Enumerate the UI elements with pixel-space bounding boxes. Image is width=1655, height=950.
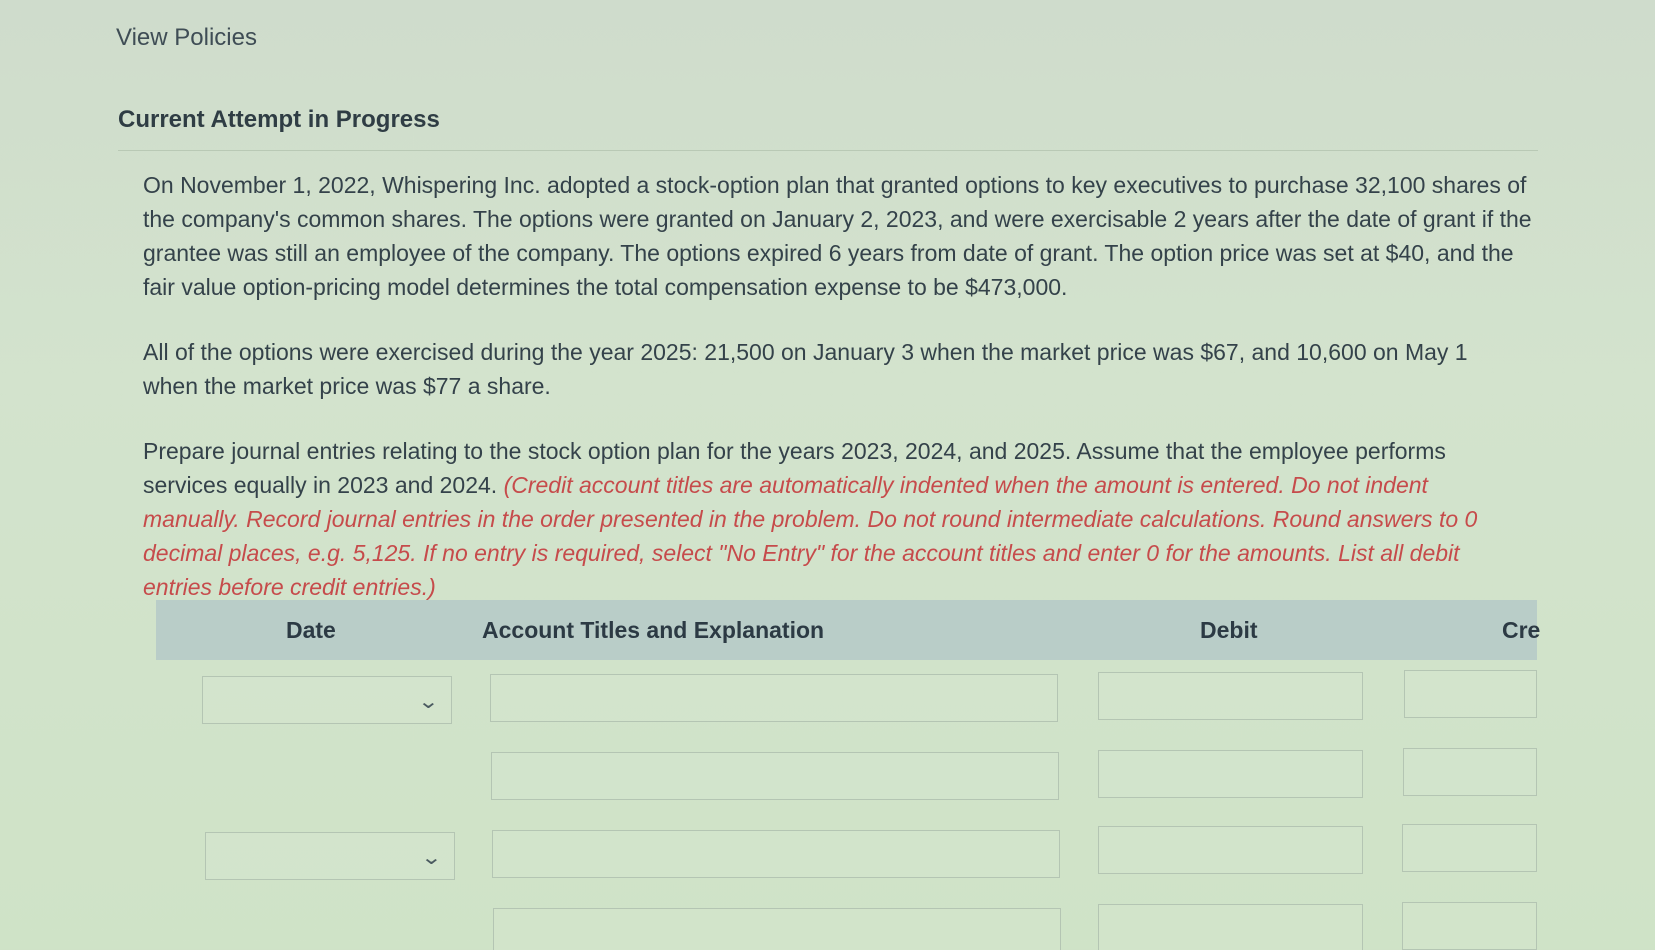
page: View Policies Current Attempt in Progres… bbox=[0, 0, 1655, 950]
credit-input[interactable] bbox=[1403, 748, 1537, 796]
debit-input[interactable] bbox=[1098, 826, 1363, 874]
credit-input[interactable] bbox=[1402, 824, 1537, 872]
problem-paragraph-2: All of the options were exercised during… bbox=[143, 339, 1468, 399]
account-title-input[interactable] bbox=[492, 830, 1060, 878]
chevron-down-icon: ⌄ bbox=[420, 847, 443, 869]
date-select[interactable]: ⌄ bbox=[202, 676, 452, 724]
divider bbox=[118, 150, 1538, 151]
debit-input[interactable] bbox=[1098, 672, 1363, 720]
journal-table-header: Date Account Titles and Explanation Debi… bbox=[156, 600, 1541, 660]
credit-input[interactable] bbox=[1402, 902, 1537, 950]
account-title-input[interactable] bbox=[493, 908, 1061, 950]
header-debit: Debit bbox=[1200, 616, 1258, 643]
problem-paragraph-1: On November 1, 2022, Whispering Inc. ado… bbox=[143, 172, 1532, 300]
header-account-titles: Account Titles and Explanation bbox=[482, 616, 825, 643]
debit-input[interactable] bbox=[1098, 904, 1363, 950]
header-date: Date bbox=[286, 616, 336, 643]
chevron-down-icon: ⌄ bbox=[417, 691, 440, 713]
debit-input[interactable] bbox=[1098, 750, 1363, 798]
header-credit: Cre bbox=[1502, 616, 1541, 643]
view-policies-link[interactable]: View Policies bbox=[116, 24, 257, 52]
account-title-input[interactable] bbox=[490, 674, 1058, 722]
attempt-heading: Current Attempt in Progress bbox=[118, 106, 440, 133]
credit-input[interactable] bbox=[1404, 670, 1537, 718]
account-title-input[interactable] bbox=[491, 752, 1059, 800]
date-select[interactable]: ⌄ bbox=[205, 832, 455, 880]
problem-paragraph-3: Prepare journal entries relating to the … bbox=[143, 434, 1523, 604]
